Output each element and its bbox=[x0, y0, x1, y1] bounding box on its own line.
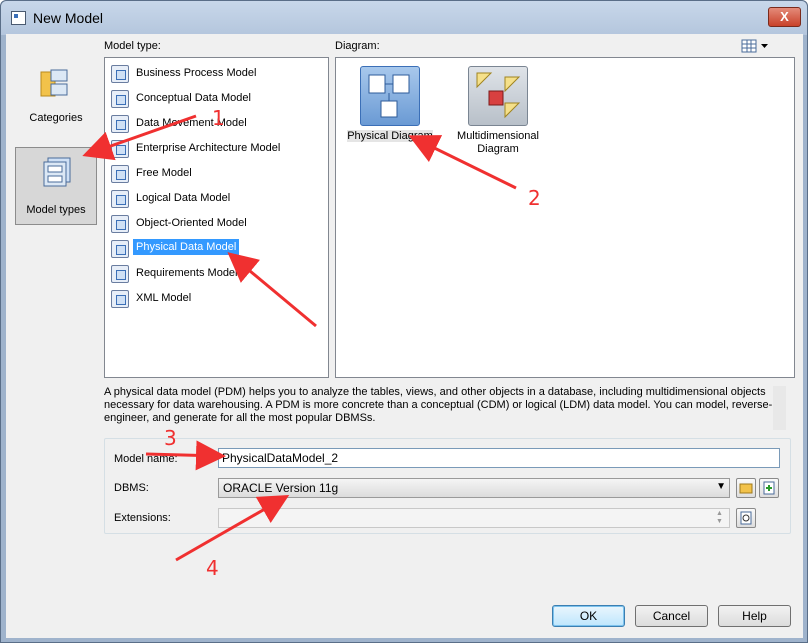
grid-view-icon bbox=[741, 39, 768, 53]
model-types-button[interactable]: Model types bbox=[15, 147, 97, 225]
categories-label: Categories bbox=[29, 112, 83, 124]
diagram-item-label: Multidimensional Diagram bbox=[457, 130, 539, 155]
cancel-button[interactable]: Cancel bbox=[635, 605, 708, 627]
list-item-label: Business Process Model bbox=[136, 67, 257, 79]
close-button[interactable]: X bbox=[768, 7, 801, 27]
annotation-number-4: 4 bbox=[206, 556, 219, 580]
extensions-properties-button[interactable] bbox=[736, 508, 756, 528]
list-item-label: Logical Data Model bbox=[136, 192, 231, 204]
diagram-item-multidimensional[interactable]: Multidimensional Diagram bbox=[446, 60, 550, 160]
chevron-down-icon: ▼ bbox=[716, 481, 726, 492]
folder-open-icon bbox=[739, 483, 753, 494]
list-item-logical-data-model[interactable]: Logical Data Model bbox=[109, 188, 327, 210]
new-dbms-button[interactable] bbox=[759, 478, 779, 498]
list-item-requirements-model[interactable]: Requirements Model bbox=[109, 263, 327, 285]
object-oriented-icon bbox=[111, 215, 129, 233]
list-item-free-model[interactable]: Free Model bbox=[109, 163, 327, 185]
list-item-object-oriented-model[interactable]: Object-Oriented Model bbox=[109, 213, 327, 235]
properties-icon bbox=[740, 511, 752, 525]
annotation-number-1: 1 bbox=[212, 106, 225, 130]
list-item-label: Physical Data Model bbox=[133, 239, 240, 255]
xml-model-icon bbox=[111, 290, 129, 308]
title-bar: New Model X bbox=[1, 1, 807, 35]
model-types-icon bbox=[43, 157, 71, 187]
diagram-label: Diagram: bbox=[335, 40, 380, 52]
dbms-select[interactable]: ORACLE Version 11g ▼ bbox=[218, 478, 730, 498]
window-title: New Model bbox=[33, 10, 104, 26]
list-item-label: Data Movement Model bbox=[136, 117, 247, 129]
logical-model-icon bbox=[111, 190, 129, 208]
extensions-label: Extensions: bbox=[114, 512, 171, 524]
description-scrollbar[interactable] bbox=[773, 386, 786, 430]
list-item-label: Free Model bbox=[136, 167, 192, 179]
multidimensional-diagram-icon bbox=[468, 66, 528, 126]
list-item-label: Conceptual Data Model bbox=[136, 92, 251, 104]
browse-dbms-button[interactable] bbox=[736, 478, 756, 498]
physical-diagram-icon bbox=[360, 66, 420, 126]
categories-button[interactable]: Categories bbox=[15, 60, 97, 128]
dbms-label: DBMS: bbox=[114, 482, 149, 494]
diagram-item-physical[interactable]: Physical Diagram bbox=[338, 60, 442, 160]
diagram-item-label: Physical Diagram bbox=[347, 130, 433, 142]
data-movement-icon bbox=[111, 115, 129, 133]
model-types-label: Model types bbox=[26, 204, 86, 216]
diagram-list[interactable]: Physical Diagram Multidimensional Diagra… bbox=[335, 57, 795, 378]
folder-icon bbox=[40, 69, 68, 97]
list-item-label: Enterprise Architecture Model bbox=[136, 142, 281, 154]
list-item-xml-model[interactable]: XML Model bbox=[109, 288, 327, 310]
model-name-input[interactable] bbox=[218, 448, 780, 468]
extensions-field[interactable] bbox=[218, 508, 730, 528]
extensions-spinner-icon: ▲ ▼ bbox=[716, 510, 723, 525]
list-item-label: Object-Oriented Model bbox=[136, 217, 247, 229]
enterprise-architecture-icon bbox=[111, 140, 129, 158]
conceptual-model-icon bbox=[111, 90, 129, 108]
free-model-icon bbox=[111, 165, 129, 183]
app-icon bbox=[11, 11, 26, 25]
list-item-label: Requirements Model bbox=[136, 267, 238, 279]
annotation-number-3: 3 bbox=[164, 426, 177, 450]
dbms-value: ORACLE Version 11g bbox=[223, 481, 339, 495]
help-button[interactable]: Help bbox=[718, 605, 791, 627]
business-process-icon bbox=[111, 65, 129, 83]
list-item-business-process-model[interactable]: Business Process Model bbox=[109, 63, 327, 85]
model-type-label: Model type: bbox=[104, 40, 161, 52]
view-mode-button[interactable] bbox=[741, 39, 769, 53]
physical-model-icon bbox=[111, 240, 129, 258]
list-item-label: XML Model bbox=[136, 292, 192, 304]
ok-button[interactable]: OK bbox=[552, 605, 625, 627]
requirements-icon bbox=[111, 265, 129, 283]
annotation-number-2: 2 bbox=[528, 186, 541, 210]
add-file-icon bbox=[763, 481, 775, 495]
list-item-physical-data-model[interactable]: Physical Data Model bbox=[109, 238, 327, 260]
model-name-label: Model name: bbox=[114, 453, 178, 465]
list-item-enterprise-architecture-model[interactable]: Enterprise Architecture Model bbox=[109, 138, 327, 160]
model-description: A physical data model (PDM) helps you to… bbox=[104, 386, 773, 424]
